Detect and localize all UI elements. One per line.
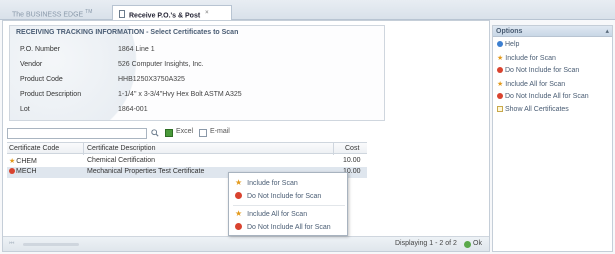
option-label: Include All for Scan	[505, 81, 566, 88]
options-header[interactable]: Options ▴	[493, 26, 612, 37]
excel-checkbox[interactable]	[165, 129, 173, 137]
col-header-certificate-description[interactable]: Certificate Description	[87, 145, 155, 152]
product-code-label: Product Code	[20, 76, 63, 83]
certificate-description-cell: Chemical Certification	[87, 157, 156, 164]
ctx-label: Include All for Scan	[247, 211, 308, 218]
option-include-for-scan[interactable]: ★ Include for Scan	[497, 54, 556, 62]
star-icon: ★	[235, 209, 243, 218]
product-description-value: 1-1/4" x 3-3/4"Hvy Hex Bolt ASTM A325	[118, 91, 242, 98]
excel-label: Excel	[176, 128, 194, 135]
search-input[interactable]	[7, 128, 147, 139]
tab-business-edge-label: The BUSINESS EDGE	[12, 11, 84, 19]
col-header-certificate-code[interactable]: Certificate Code	[9, 145, 59, 152]
grid-toolbar: Excel E-mail	[7, 128, 487, 140]
star-icon: ★	[235, 178, 243, 187]
table-row[interactable]: ★CHEM Chemical Certification 10.00	[7, 156, 367, 167]
option-help[interactable]: Help	[497, 41, 519, 48]
option-label: Include for Scan	[505, 55, 556, 62]
tab-strip: The BUSINESS EDGE TM Receive P.O.'s & Po…	[0, 0, 615, 20]
ctx-label: Do Not Include All for Scan	[247, 224, 331, 231]
certificate-code-cell: MECH	[9, 168, 37, 175]
tab-receive-pos[interactable]: Receive P.O.'s & Post ×	[112, 5, 232, 20]
no-icon	[235, 223, 242, 230]
po-number-value: 1864 Line 1	[118, 46, 155, 53]
grid-header: Certificate Code Certificate Description…	[7, 142, 367, 155]
close-tab-icon[interactable]: ×	[205, 10, 209, 16]
option-label: Help	[505, 41, 520, 48]
status-bar: ⏮ Displaying 1 - 2 of 2 Ok	[3, 236, 489, 251]
collapse-icon[interactable]: ▴	[605, 27, 609, 35]
star-icon: ★	[9, 158, 16, 165]
product-code-value: HHB1250X3750A325	[118, 76, 185, 83]
tab-business-edge[interactable]: The BUSINESS EDGE TM	[6, 5, 112, 20]
email-label: E-mail	[210, 128, 230, 135]
certificate-code: CHEM	[16, 158, 37, 165]
no-icon	[235, 192, 242, 199]
po-number-label: P.O. Number	[20, 46, 60, 53]
option-show-all-certificates[interactable]: Show All Certificates	[497, 106, 569, 113]
trademark-mark: TM	[85, 9, 93, 15]
search-icon[interactable]	[151, 129, 159, 137]
lot-label: Lot	[20, 106, 30, 113]
column-divider	[333, 143, 334, 155]
ctx-include-for-scan[interactable]: ★ Include for Scan	[235, 178, 298, 187]
receiving-info-panel: RECEIVING TRACKING INFORMATION - Select …	[9, 25, 385, 121]
option-include-all-for-scan[interactable]: ★ Include All for Scan	[497, 80, 565, 88]
lot-value: 1864-001	[118, 106, 148, 113]
cost-cell: 10.00	[343, 157, 361, 164]
tab-receive-pos-label: Receive P.O.'s & Post	[129, 12, 201, 20]
product-description-label: Product Description	[20, 91, 82, 98]
ctx-do-not-include-for-scan[interactable]: Do Not Include for Scan	[235, 192, 321, 200]
certificate-code: MECH	[16, 168, 37, 175]
ctx-include-all-for-scan[interactable]: ★ Include All for Scan	[235, 209, 307, 218]
ctx-label: Include for Scan	[247, 180, 298, 187]
pager-slider[interactable]	[23, 243, 79, 246]
option-do-not-include-for-scan[interactable]: Do Not Include for Scan	[497, 67, 579, 74]
certificate-description-cell: Mechanical Properties Test Certificate	[87, 168, 205, 175]
pager-first-icon[interactable]: ⏮	[9, 241, 14, 247]
options-title: Options	[496, 28, 523, 35]
menu-divider	[233, 205, 345, 206]
options-panel: Options ▴ Help ★ Include for Scan Do Not …	[492, 25, 613, 252]
option-label: Show All Certificates	[505, 106, 569, 113]
ok-button[interactable]: Ok	[473, 240, 482, 247]
context-menu: ★ Include for Scan Do Not Include for Sca…	[228, 172, 348, 236]
displaying-text: Displaying 1 - 2 of 2	[395, 240, 457, 247]
help-icon	[497, 41, 503, 47]
no-icon	[497, 67, 503, 73]
email-checkbox[interactable]	[199, 129, 207, 137]
option-label: Do Not Include for Scan	[505, 67, 580, 74]
ok-icon[interactable]	[464, 241, 471, 248]
no-icon	[9, 168, 15, 174]
star-icon: ★	[497, 55, 504, 62]
star-icon: ★	[497, 81, 504, 88]
pager[interactable]: ⏮	[9, 241, 119, 247]
receiving-info-title: RECEIVING TRACKING INFORMATION - Select …	[16, 29, 239, 36]
option-do-not-include-all-for-scan[interactable]: Do Not Include All for Scan	[497, 93, 589, 100]
vendor-label: Vendor	[20, 61, 43, 68]
certificate-code-cell: ★CHEM	[9, 157, 37, 165]
no-icon	[497, 93, 503, 99]
ctx-do-not-include-all-for-scan[interactable]: Do Not Include All for Scan	[235, 223, 331, 231]
option-label: Do Not Include All for Scan	[505, 93, 589, 100]
document-icon	[119, 10, 125, 19]
column-divider	[83, 143, 84, 155]
vendor-value: 526 Computer Insights, Inc.	[118, 61, 204, 68]
ctx-label: Do Not Include for Scan	[247, 193, 322, 200]
col-header-cost[interactable]: Cost	[345, 145, 359, 152]
certificates-icon	[497, 106, 503, 112]
